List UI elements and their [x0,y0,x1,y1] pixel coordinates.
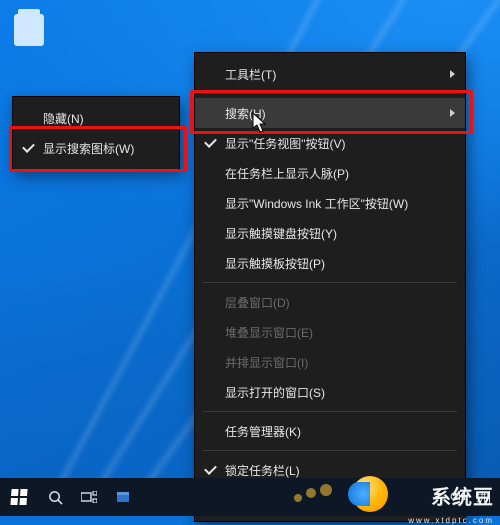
pinned-app-icon[interactable] [106,478,140,516]
submenu-item-label: 隐藏(N) [43,110,84,127]
menu-item-label: 在任务栏上显示人脉(P) [225,165,349,182]
taskbar-context-menu: 工具栏(T) 搜索(H) 显示"任务视图"按钮(V) 在任务栏上显示人脉(P) … [194,52,466,522]
menu-item-task-manager[interactable]: 任务管理器(K) [195,416,465,446]
menu-item-cascade: 层叠窗口(D) [195,287,465,317]
menu-item-show-open-windows[interactable]: 显示打开的窗口(S) [195,377,465,407]
menu-item-label: 堆叠显示窗口(E) [225,324,313,341]
menu-item-task-view[interactable]: 显示"任务视图"按钮(V) [195,128,465,158]
submenu-item-label: 显示搜索图标(W) [43,140,134,157]
task-view-icon[interactable] [72,478,106,516]
submenu-item-show-search-icon[interactable]: 显示搜索图标(W) [13,133,179,163]
recycle-bin-icon [14,14,44,46]
menu-item-toolbars[interactable]: 工具栏(T) [195,59,465,89]
menu-item-label: 显示"Windows Ink 工作区"按钮(W) [225,195,408,212]
submenu-item-hide[interactable]: 隐藏(N) [13,103,179,133]
menu-item-label: 并排显示窗口(I) [225,354,308,371]
search-icon[interactable] [38,478,72,516]
menu-item-search[interactable]: 搜索(H) [195,98,465,128]
recycle-bin[interactable] [6,14,52,48]
menu-item-side-by-side: 并排显示窗口(I) [195,347,465,377]
menu-item-label: 层叠窗口(D) [225,294,290,311]
menu-separator [203,450,457,451]
search-submenu: 隐藏(N) 显示搜索图标(W) [12,96,180,170]
menu-separator [203,282,457,283]
menu-item-label: 工具栏(T) [225,66,276,83]
windows-logo-icon [10,489,27,505]
menu-item-label: 显示触摸键盘按钮(Y) [225,225,337,242]
menu-separator [203,411,457,412]
menu-item-label: 显示触摸板按钮(P) [225,255,325,272]
menu-item-touch-keyboard[interactable]: 显示触摸键盘按钮(Y) [195,218,465,248]
menu-item-label: 锁定任务栏(L) [225,462,300,479]
menu-item-label: 显示打开的窗口(S) [225,384,325,401]
menu-item-touchpad[interactable]: 显示触摸板按钮(P) [195,248,465,278]
menu-item-label: 搜索(H) [225,105,266,122]
taskbar[interactable]: CH 拼 [0,478,500,516]
menu-item-label: 任务管理器(K) [225,423,301,440]
menu-item-label: 显示"任务视图"按钮(V) [225,135,346,152]
menu-item-people[interactable]: 在任务栏上显示人脉(P) [195,158,465,188]
menu-item-ink-workspace[interactable]: 显示"Windows Ink 工作区"按钮(W) [195,188,465,218]
start-button[interactable] [0,478,38,516]
menu-item-stack: 堆叠显示窗口(E) [195,317,465,347]
system-tray[interactable]: CH 拼 [450,489,500,505]
ime-language[interactable]: CH [450,491,466,503]
menu-separator [203,93,457,94]
ime-mode[interactable]: 拼 [476,489,490,505]
